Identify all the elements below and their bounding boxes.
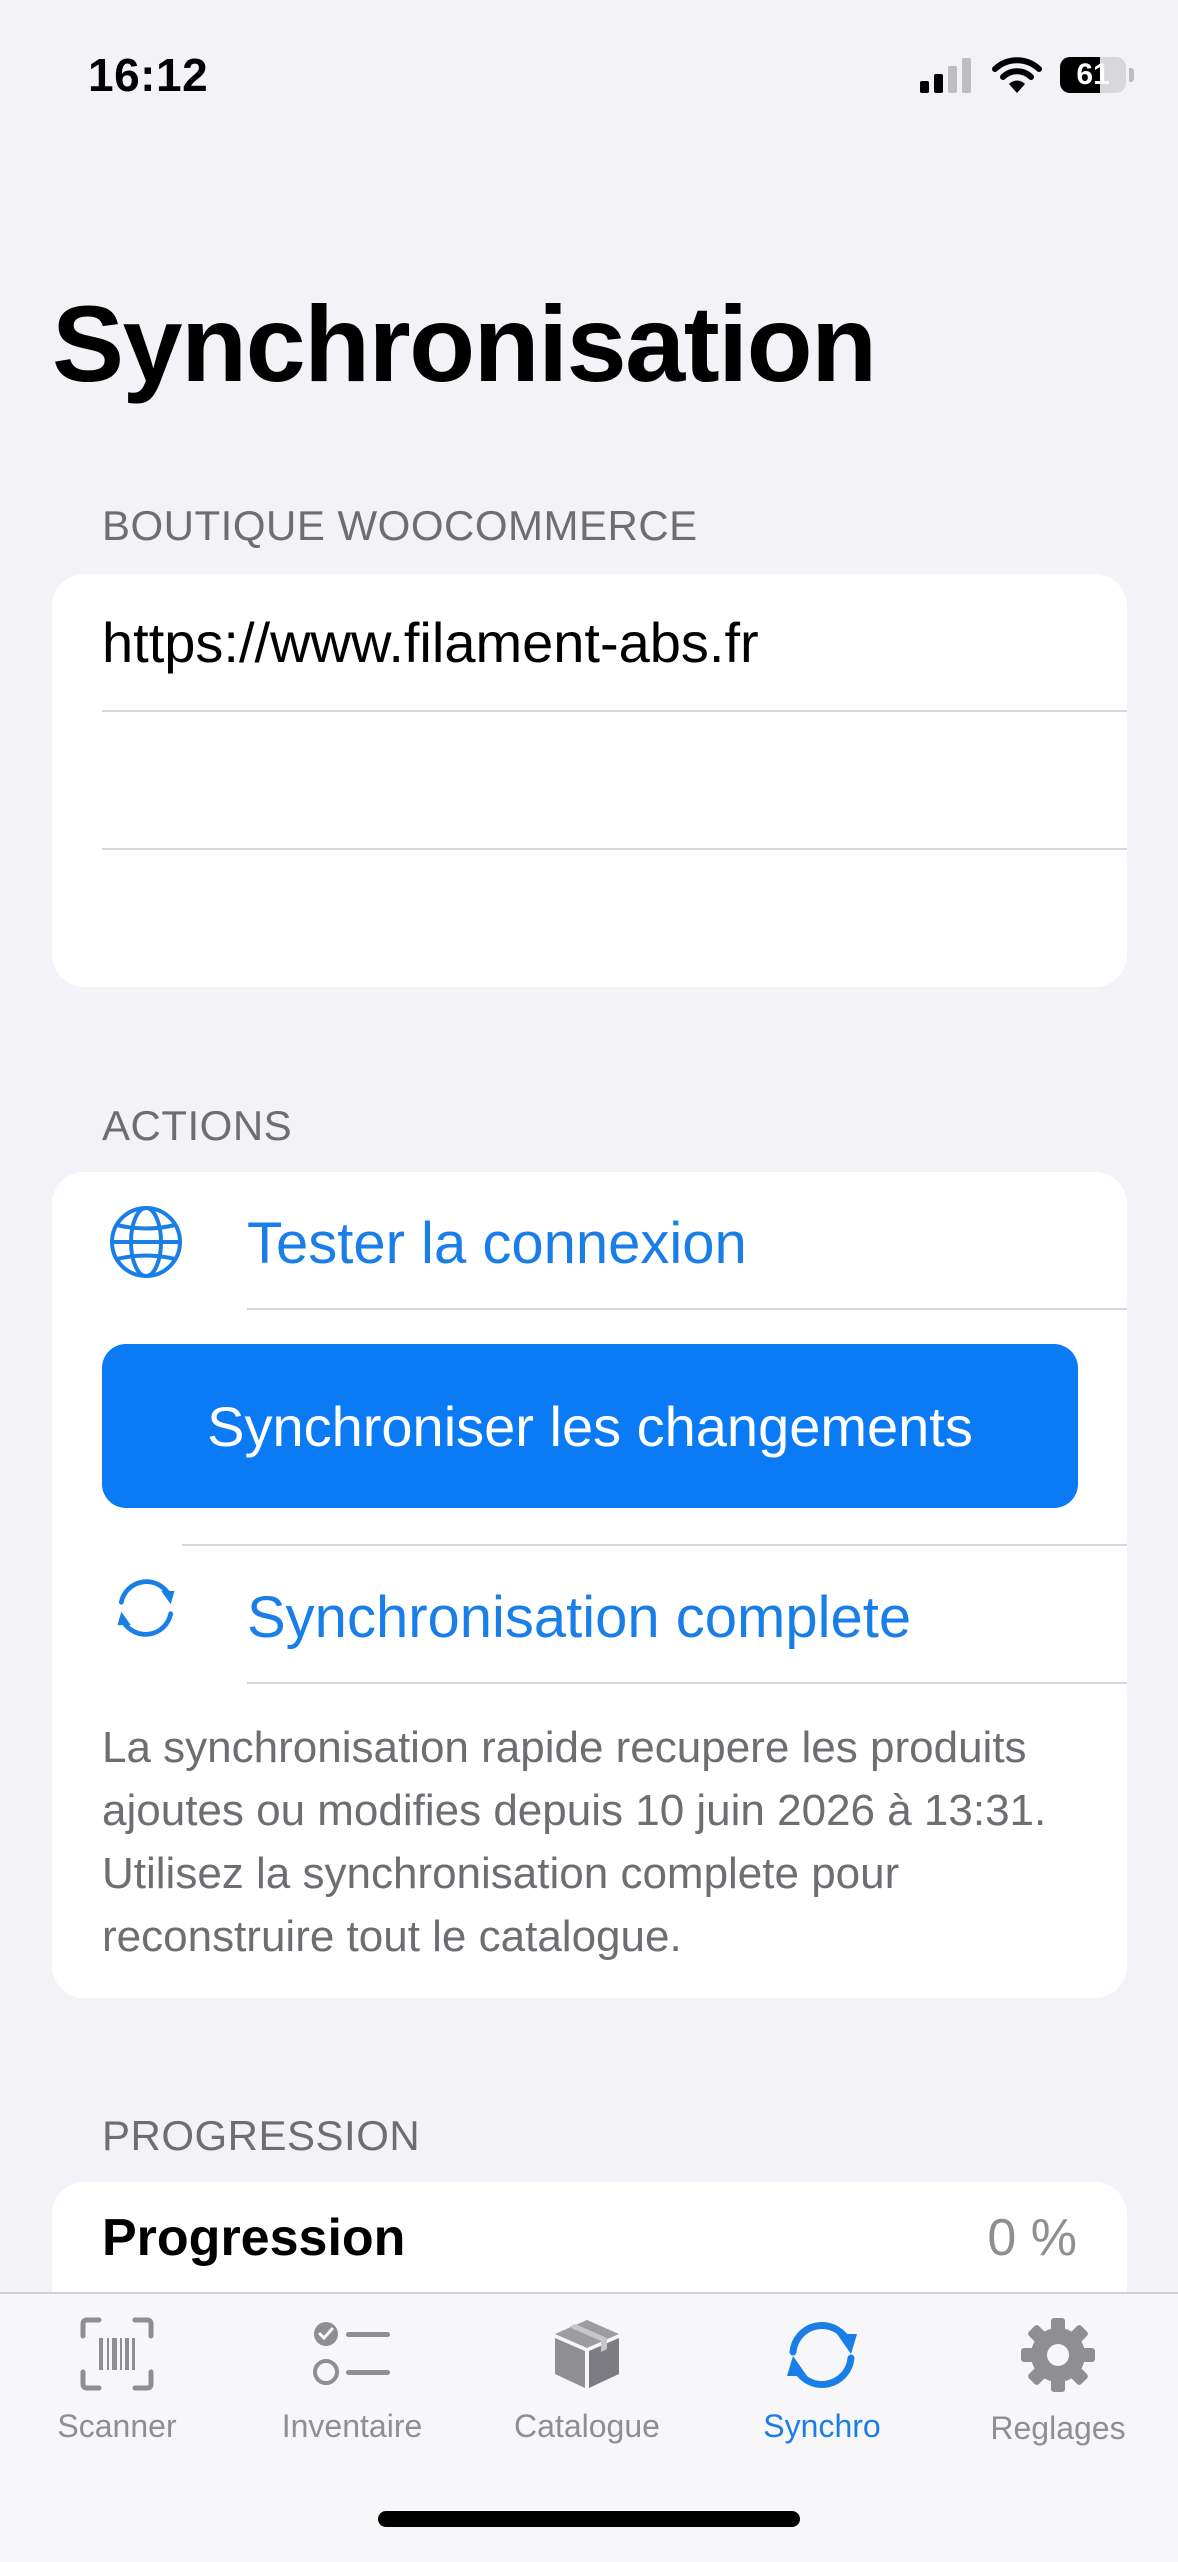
store-card: https://www.filament-abs.fr	[52, 574, 1127, 987]
tab-reglages[interactable]: Reglages	[958, 2316, 1158, 2456]
tab-label: Reglages	[990, 2410, 1126, 2446]
gear-icon	[1021, 2318, 1095, 2392]
tab-label: Inventaire	[281, 2408, 423, 2444]
tab-bar: Scanner Inventaire Catalogue Synchro Reg…	[0, 2292, 1178, 2562]
sync-arrows-icon	[117, 1579, 175, 1637]
status-time: 16:12	[88, 49, 209, 101]
full-sync-label: Synchronisation complete	[247, 1585, 912, 1650]
test-connection-button[interactable]: Tester la connexion	[52, 1172, 1127, 1309]
battery-level: 61	[1076, 58, 1110, 91]
checklist-icon	[313, 2322, 390, 2385]
tab-label: Scanner	[57, 2408, 177, 2444]
separator	[247, 1682, 1127, 1684]
battery-icon: 61	[1060, 57, 1126, 93]
cellular-signal-icon	[920, 58, 971, 93]
tab-synchro[interactable]: Synchro	[722, 2316, 922, 2456]
wifi-icon	[992, 57, 1042, 93]
status-bar: 16:12 61	[0, 0, 1178, 150]
tab-catalogue[interactable]: Catalogue	[487, 2316, 687, 2456]
status-icons: 61	[918, 56, 1134, 94]
tab-label: Synchro	[763, 2408, 881, 2444]
barcode-scan-icon	[80, 2317, 154, 2391]
progress-section-header: PROGRESSION	[102, 2112, 421, 2159]
sync-icon	[787, 2322, 857, 2388]
store-url-field[interactable]: https://www.filament-abs.fr	[52, 574, 1127, 711]
globe-icon	[110, 1206, 182, 1278]
sync-footnote: La synchronisation rapide recupere les p…	[102, 1723, 1047, 1961]
tab-inventaire[interactable]: Inventaire	[252, 2316, 452, 2456]
home-indicator	[378, 2511, 800, 2527]
separator	[247, 1308, 1127, 1310]
store-secret-field[interactable]	[52, 848, 1127, 985]
test-connection-label: Tester la connexion	[247, 1211, 747, 1276]
page-title: Synchronisation	[52, 283, 877, 404]
actions-card: Tester la connexion Synchroniser les cha…	[52, 1172, 1127, 1998]
box-icon	[555, 2320, 619, 2388]
full-sync-button[interactable]: Synchronisation complete	[52, 1546, 1127, 1683]
store-section-header: BOUTIQUE WOOCOMMERCE	[102, 502, 698, 549]
tab-scanner[interactable]: Scanner	[17, 2316, 217, 2456]
sync-changes-button[interactable]: Synchroniser les changements	[102, 1344, 1078, 1508]
actions-section-header: ACTIONS	[102, 1102, 293, 1149]
store-url-value: https://www.filament-abs.fr	[102, 611, 759, 674]
tab-label: Catalogue	[514, 2408, 660, 2444]
battery-cap	[1129, 68, 1134, 82]
store-key-field[interactable]	[52, 711, 1127, 848]
progress-label: Progression	[102, 2209, 406, 2267]
progress-value: 0 %	[987, 2209, 1077, 2267]
